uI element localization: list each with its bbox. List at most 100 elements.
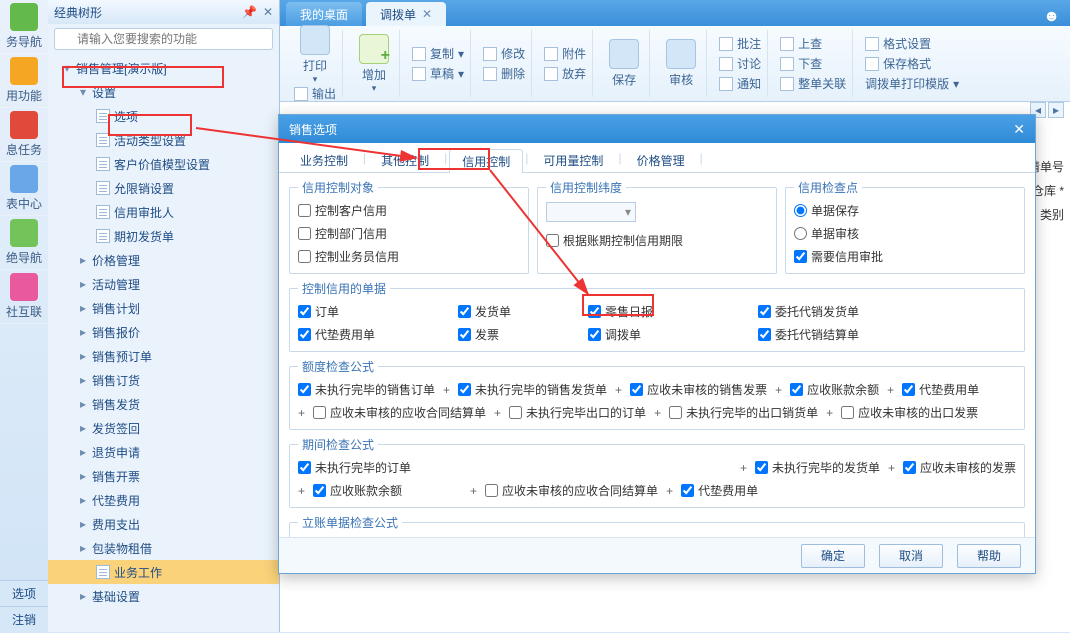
format-button[interactable]: 格式设置 [865,35,959,52]
nav-item-0[interactable]: 务导航 [0,0,48,54]
annotate-button[interactable]: 批注 [719,35,761,52]
fieldset-credit-dimension: 信用控制纬度 ▾ 根据账期控制信用期限 [537,179,777,274]
dlg-tab-other[interactable]: 其他控制 [368,148,442,172]
chk-retail[interactable]: 零售日报 [588,303,758,320]
field-label: 仓库 * [1032,182,1064,199]
relation-button[interactable]: 整单关联 [780,75,846,92]
delete-button[interactable]: 删除 [483,65,525,82]
tree-item[interactable]: ▸销售开票 [48,464,279,488]
tree-item[interactable]: ▸销售计划 [48,296,279,320]
tree-item[interactable]: ▸价格管理 [48,248,279,272]
chk-consign-settle[interactable]: 委托代销结算单 [758,326,1016,343]
nav-item-1[interactable]: 用功能 [0,54,48,108]
tree-item[interactable]: 期初发货单 [48,224,279,248]
chk-need-approve[interactable]: 需要信用审批 [794,248,883,265]
close-icon[interactable]: ✕ [263,5,273,19]
print-template-button[interactable]: 调拨单打印模版 ▾ [865,75,959,92]
dlg-tab-credit[interactable]: 信用控制 [449,149,523,173]
chk-delivery[interactable]: 发货单 [458,303,588,320]
dialog-tabs: 业务控制| 其他控制| 信用控制| 可用量控制| 价格管理| [279,143,1035,173]
output-icon [294,87,308,101]
close-icon[interactable]: ✕ [422,7,432,21]
chk-customer-credit[interactable]: 控制客户信用 [298,202,387,219]
doc-icon [96,109,110,123]
tree-panel: 经典树形 📌✕ 🔍 ▾销售管理[演示版] ▾设置 选项 活动类型设置 客户价值模… [48,0,280,632]
nav-options[interactable]: 选项 [0,580,48,606]
dlg-tab-price[interactable]: 价格管理 [624,148,698,172]
tree-item[interactable]: 信用审批人 [48,200,279,224]
field-label: 类别 [1040,206,1064,223]
smiley-icon[interactable]: ☻ [1043,8,1060,26]
tree-root[interactable]: ▾销售管理[演示版] [48,56,279,80]
nav-logout[interactable]: 注销 [0,606,48,632]
fieldset-period-formula: 期间检查公式 未执行完毕的订单 + 未执行完毕的发货单 + 应收未审核的发票 +… [289,436,1025,508]
tree-item[interactable]: ▸发货签回 [48,416,279,440]
approve-button[interactable]: 审核 [662,39,700,88]
discard-button[interactable]: 放弃 [544,65,586,82]
main-tabs: 我的桌面 调拨单✕ ☻ [280,0,1070,26]
nav-item-2[interactable]: 息任务 [0,108,48,162]
chk-invoice[interactable]: 发票 [458,326,588,343]
chk-dept-credit[interactable]: 控制部门信用 [298,225,387,242]
chk-sales-credit[interactable]: 控制业务员信用 [298,248,399,265]
dlg-tab-available[interactable]: 可用量控制 [530,148,616,172]
help-button[interactable]: 帮助 [957,544,1021,568]
tree-item[interactable]: ▸销售订货 [48,368,279,392]
tree-item[interactable]: ▸销售发货 [48,392,279,416]
tree-item[interactable]: 活动类型设置 [48,128,279,152]
discuss-button[interactable]: 讨论 [719,55,761,72]
tree-item[interactable]: ▸代垫费用 [48,488,279,512]
tab-transfer[interactable]: 调拨单✕ [366,2,446,26]
save-format-button[interactable]: 保存格式 [865,55,959,72]
nav-item-3[interactable]: 表中心 [0,162,48,216]
scroll-right[interactable]: ▸ [1048,102,1064,118]
notify-button[interactable]: 通知 [719,75,761,92]
modify-button[interactable]: 修改 [483,45,525,62]
ribbon: 打印▾ 输出 +增加▾ 复制 ▾ 草稿 ▾ 修改 删除 附件 放弃 保存 审核 … [280,26,1070,102]
combo-dimension[interactable]: ▾ [546,202,636,222]
fieldset-billing-formula: 立账单据检查公式 未收款完毕的销售立账单据 + 未收款完毕的代垫费用单 未收款完… [289,514,1025,537]
tree-item[interactable]: ▸销售报价 [48,320,279,344]
chk-account-period[interactable]: 根据账期控制信用期限 [546,232,768,249]
nav-item-4[interactable]: 绝导航 [0,216,48,270]
nav-item-5[interactable]: 社互联 [0,270,48,324]
lookup-down-button[interactable]: 下查 [780,55,846,72]
pin-icon[interactable]: 📌 [242,5,257,19]
tree-settings[interactable]: ▾设置 [48,80,279,104]
dlg-tab-business[interactable]: 业务控制 [287,148,361,172]
copy-button[interactable]: 复制 ▾ [412,45,464,62]
chk-consign-delivery[interactable]: 委托代销发货单 [758,303,1016,320]
tree-item[interactable]: 客户价值模型设置 [48,152,279,176]
dialog-title: 销售选项 [289,121,337,138]
lookup-up-button[interactable]: 上查 [780,35,846,52]
tree-search-input[interactable] [54,28,273,50]
tree-title: 经典树形 [54,4,102,21]
ok-button[interactable]: 确定 [801,544,865,568]
add-button[interactable]: +增加▾ [355,34,393,94]
tree-item[interactable]: ▸费用支出 [48,512,279,536]
output-button[interactable]: 输出 [294,85,336,102]
radio-approve[interactable]: 单据审核 [794,225,859,242]
tree-header: 经典树形 📌 ✕ [48,0,279,24]
radio-save[interactable]: 单据保存 [794,202,859,219]
tree-business-work[interactable]: 业务工作 [48,560,279,584]
tree-item[interactable]: 允限销设置 [48,176,279,200]
chk-transfer[interactable]: 调拨单 [588,326,758,343]
chk-advance[interactable]: 代垫费用单 [298,326,458,343]
dialog-close-icon[interactable]: ✕ [1013,121,1025,138]
tree-options[interactable]: 选项 [48,104,279,128]
tree-item[interactable]: ▸包装物租借 [48,536,279,560]
tree-item[interactable]: ▸基础设置 [48,584,279,608]
tree-item[interactable]: ▸销售预订单 [48,344,279,368]
tab-desktop[interactable]: 我的桌面 [286,2,362,26]
draft-button[interactable]: 草稿 ▾ [412,65,464,82]
tree-item[interactable]: ▸活动管理 [48,272,279,296]
tree-item[interactable]: ▸退货申请 [48,440,279,464]
print-button[interactable]: 打印▾ [296,25,334,85]
save-button[interactable]: 保存 [605,39,643,88]
tree: ▾销售管理[演示版] ▾设置 选项 活动类型设置 客户价值模型设置 允限销设置 … [48,54,279,626]
attach-button[interactable]: 附件 [544,45,586,62]
dialog-body: 信用控制对象 控制客户信用 控制部门信用 控制业务员信用 信用控制纬度 ▾ 根据… [279,173,1035,537]
cancel-button[interactable]: 取消 [879,544,943,568]
chk-order[interactable]: 订单 [298,303,458,320]
